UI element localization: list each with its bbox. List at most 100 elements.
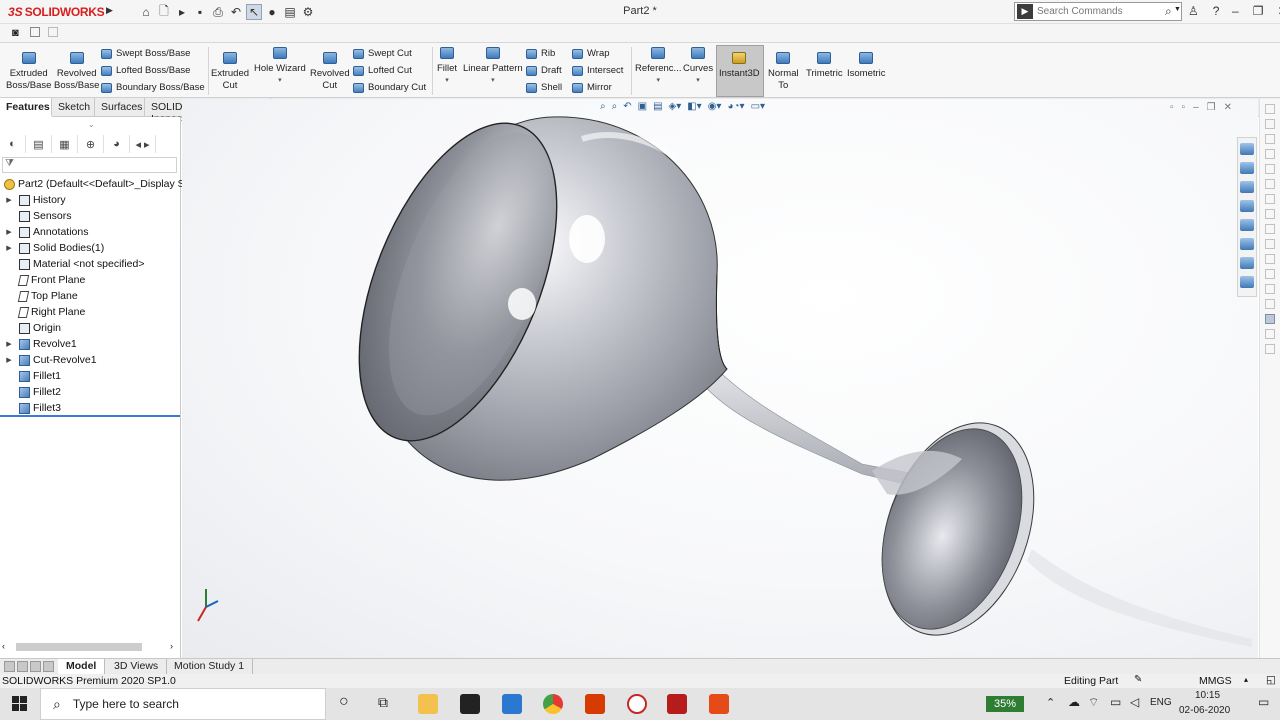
sketch-tool-icon[interactable] [1265,164,1275,174]
toggle-panel-icon[interactable] [30,27,40,37]
display-manager-tab-icon[interactable]: ◕ [104,135,130,153]
tree-item[interactable]: ▶ Solid Bodies(1) [0,240,104,256]
units-system[interactable]: MMGS [1199,675,1232,687]
zoom-to-fit-icon[interactable]: ⌕ [600,101,606,112]
tab-features[interactable]: Features [0,98,52,117]
sketch-tool-icon[interactable] [1265,344,1275,354]
volume-icon[interactable]: ◁ [1130,695,1139,709]
linear-pattern-button[interactable]: Linear Pattern ▾ [463,47,523,87]
lofted-boss-button[interactable]: Lofted Boss/Base [101,63,190,78]
toggle-panel-icon[interactable] [48,27,58,37]
home-icon[interactable]: ⌂ [138,4,154,20]
cortana-icon[interactable]: ○ [339,693,349,711]
chrome-app-icon[interactable] [543,694,563,714]
hide-show-items-icon[interactable]: ◉▾ [708,101,722,112]
intersect-button[interactable]: Intersect [572,63,623,78]
draft-button[interactable]: Draft [526,63,562,78]
tree-item[interactable]: Fillet3 [0,400,61,416]
tab-model[interactable]: Model [58,659,106,674]
task-view-icon[interactable]: ⧉ [378,694,388,711]
panel-collapse-handle-icon[interactable]: ⌄ [88,120,95,129]
design-library-icon[interactable] [1240,162,1254,174]
scrollbar-thumb[interactable] [16,643,142,651]
sketch-tool-icon[interactable] [1265,209,1275,219]
extruded-boss-button[interactable]: Extruded Boss/Base [6,52,51,92]
lofted-cut-button[interactable]: Lofted Cut [353,63,412,78]
tab-sketch[interactable]: Sketch [52,98,95,117]
file-properties-icon[interactable]: ▤ [282,4,298,20]
tree-item[interactable]: ▶ Revolve1 [0,336,76,352]
notifications-icon[interactable]: ▭ [1258,695,1269,709]
sketch-tool-icon[interactable] [1265,119,1275,129]
solidworks-logo[interactable]: 3S SOLIDWORKS [8,4,105,20]
scroll-right-icon[interactable]: › [170,641,173,651]
trimetric-button[interactable]: Trimetric [806,52,843,80]
tree-item[interactable]: Fillet2 [0,384,61,400]
search-dropdown-arrow-icon[interactable]: ▼ [1174,6,1181,13]
mail-app-icon[interactable] [502,694,522,714]
view-orientation-icon[interactable]: ◈▾ [669,101,682,112]
display-style-icon[interactable]: ◧▾ [687,101,701,112]
sketch-tool-icon[interactable] [1265,284,1275,294]
language-indicator[interactable]: ENG [1150,697,1172,708]
graphics-area[interactable] [182,99,1258,659]
tree-item[interactable]: Right Plane [0,304,85,320]
tree-item[interactable]: ▶ Cut-Revolve1 [0,352,96,368]
sketch-tool-icon[interactable] [1265,224,1275,234]
revolved-cut-button[interactable]: Revolved Cut [310,52,350,92]
last-tab-nav-icon[interactable] [43,661,54,672]
sketch-tool-icon[interactable] [1265,299,1275,309]
windows-start-icon[interactable] [12,696,28,712]
edit-appearance-icon[interactable]: ◕◔▾ [727,101,744,112]
wifi-icon[interactable]: ⌔ [1088,695,1099,710]
normal-to-button[interactable]: Normal To [768,52,799,92]
snipping-tool-app-icon[interactable] [627,694,647,714]
new-document-icon[interactable]: 🗋 [156,4,172,20]
file-explorer-app-icon[interactable] [418,694,438,714]
sketch-tool-icon[interactable] [1265,329,1275,339]
battery-icon[interactable]: ▭ [1110,695,1121,709]
instant3d-button[interactable]: Instant3D [719,52,760,80]
search-results-icon[interactable] [1240,276,1254,288]
clock-time[interactable]: 10:15 [1195,690,1220,701]
restore-window-icon[interactable]: ❐ [1253,4,1264,18]
expand-arrow-icon[interactable]: ▶ [4,196,14,204]
graphics-minimize-icon[interactable]: – [1193,102,1199,113]
rebuild-status-icon[interactable]: ✎ [1134,674,1142,685]
boundary-boss-button[interactable]: Boundary Boss/Base [101,80,205,95]
feature-manager-tab-icon[interactable]: ◐ [0,135,26,153]
search-commands-box[interactable]: ▶ Search Commands ⌕ [1014,2,1182,21]
curves-dropdown-icon[interactable]: ▾ [696,75,700,87]
swept-cut-button[interactable]: Swept Cut [353,46,412,61]
sketch-tool-icon[interactable] [1265,194,1275,204]
revolved-boss-button[interactable]: Revolved Boss/Base [54,52,99,92]
graphics-tile-icon[interactable]: ▫ [1170,102,1174,113]
sketch-tool-icon[interactable] [1265,179,1275,189]
graphics-close-icon[interactable]: ✕ [1224,102,1232,113]
tab-motion-study-1[interactable]: Motion Study 1 [166,659,254,674]
show-hidden-icons-icon[interactable]: ⌃ [1046,696,1055,709]
first-tab-nav-icon[interactable] [4,661,15,672]
isometric-button[interactable]: Isometric [847,52,886,80]
battery-percentage[interactable]: 35% [986,696,1024,712]
microsoft-store-app-icon[interactable] [460,694,480,714]
save-icon[interactable]: ▪ [192,4,208,20]
expand-arrow-icon[interactable]: ▶ [4,228,14,236]
taskbar-search-input[interactable]: Type here to search [73,697,179,711]
next-tab-nav-icon[interactable] [30,661,41,672]
menu-expand-arrow-icon[interactable]: ▶ [106,5,113,16]
solidworks-forum-icon[interactable] [1240,257,1254,269]
tree-item[interactable]: Sensors [0,208,72,224]
tree-item[interactable]: Top Plane [0,288,78,304]
file-explorer-icon[interactable] [1240,181,1254,193]
linear-pattern-dropdown-icon[interactable]: ▾ [491,75,495,87]
mirror-button[interactable]: Mirror [572,80,612,95]
section-view-icon[interactable]: ▣ [638,101,647,112]
appearances-icon[interactable] [1240,219,1254,231]
print-icon[interactable]: ⎙ [210,4,226,20]
expand-arrow-icon[interactable]: ▶ [4,244,14,252]
reference-geometry-button[interactable]: Referenc... ▾ [635,47,681,87]
tree-root-part[interactable]: Part2 (Default<<Default>_Display S [0,176,185,192]
fillet-dropdown-icon[interactable]: ▾ [445,75,449,87]
tree-item[interactable]: Fillet1 [0,368,61,384]
